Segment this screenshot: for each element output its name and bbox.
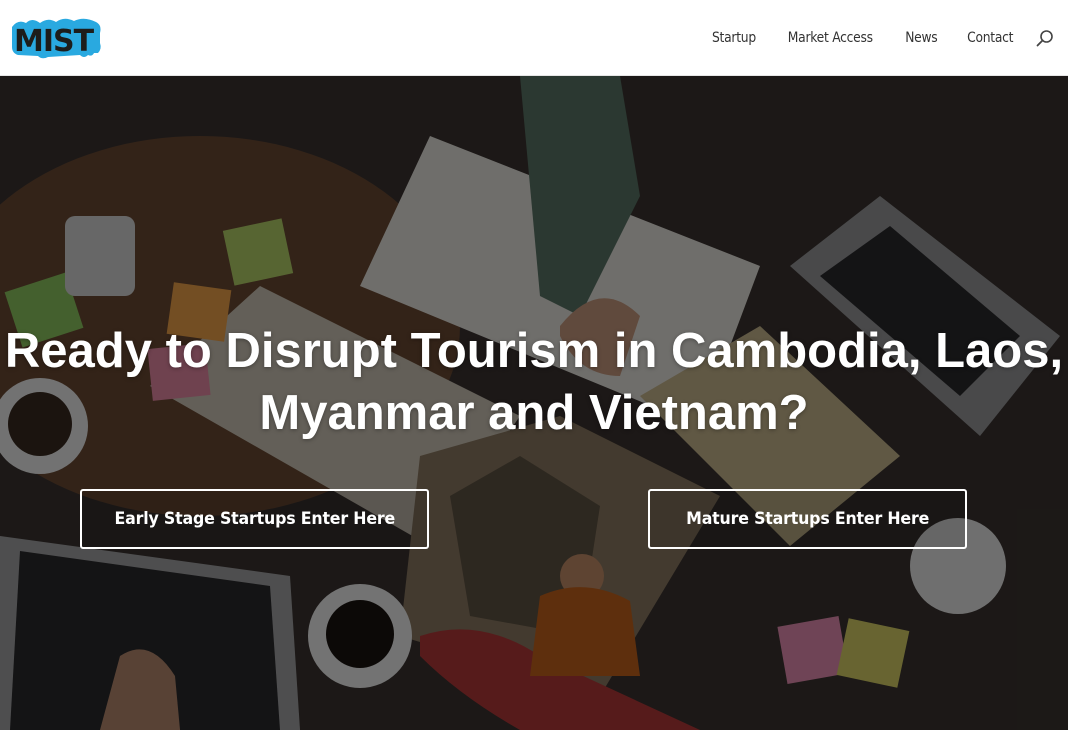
svg-text:MIST: MIST — [14, 24, 95, 59]
nav-contact[interactable]: Contact — [967, 30, 1013, 46]
nav-startup[interactable]: Startup — [711, 30, 755, 46]
headline-line-1: Ready to Disrupt Tourism in Cambodia, La… — [4, 324, 1064, 378]
logo-graphic: MIST — [12, 18, 101, 59]
early-stage-startups-button[interactable]: Early Stage Startups Enter Here — [80, 489, 429, 549]
headline-line-2: Myanmar and Vietnam? — [259, 386, 809, 440]
mist-logo[interactable]: MIST — [8, 13, 104, 61]
hero-section: Ready to Disrupt Tourism in Cambodia, La… — [0, 76, 1068, 730]
hero-headline: Ready to Disrupt Tourism in Cambodia, La… — [0, 320, 1068, 444]
nav-news[interactable]: News — [905, 30, 938, 46]
mature-startups-button[interactable]: Mature Startups Enter Here — [648, 489, 967, 549]
nav-market-access[interactable]: Market Access — [788, 30, 873, 46]
site-header: MIST Startup Market Access News Contact — [0, 0, 1068, 76]
early-stage-button-label: Early Stage Startups Enter Here — [114, 509, 395, 529]
search-icon[interactable] — [1036, 29, 1054, 47]
mature-button-label: Mature Startups Enter Here — [686, 509, 929, 529]
main-nav: Startup Market Access News Contact — [709, 27, 1017, 49]
